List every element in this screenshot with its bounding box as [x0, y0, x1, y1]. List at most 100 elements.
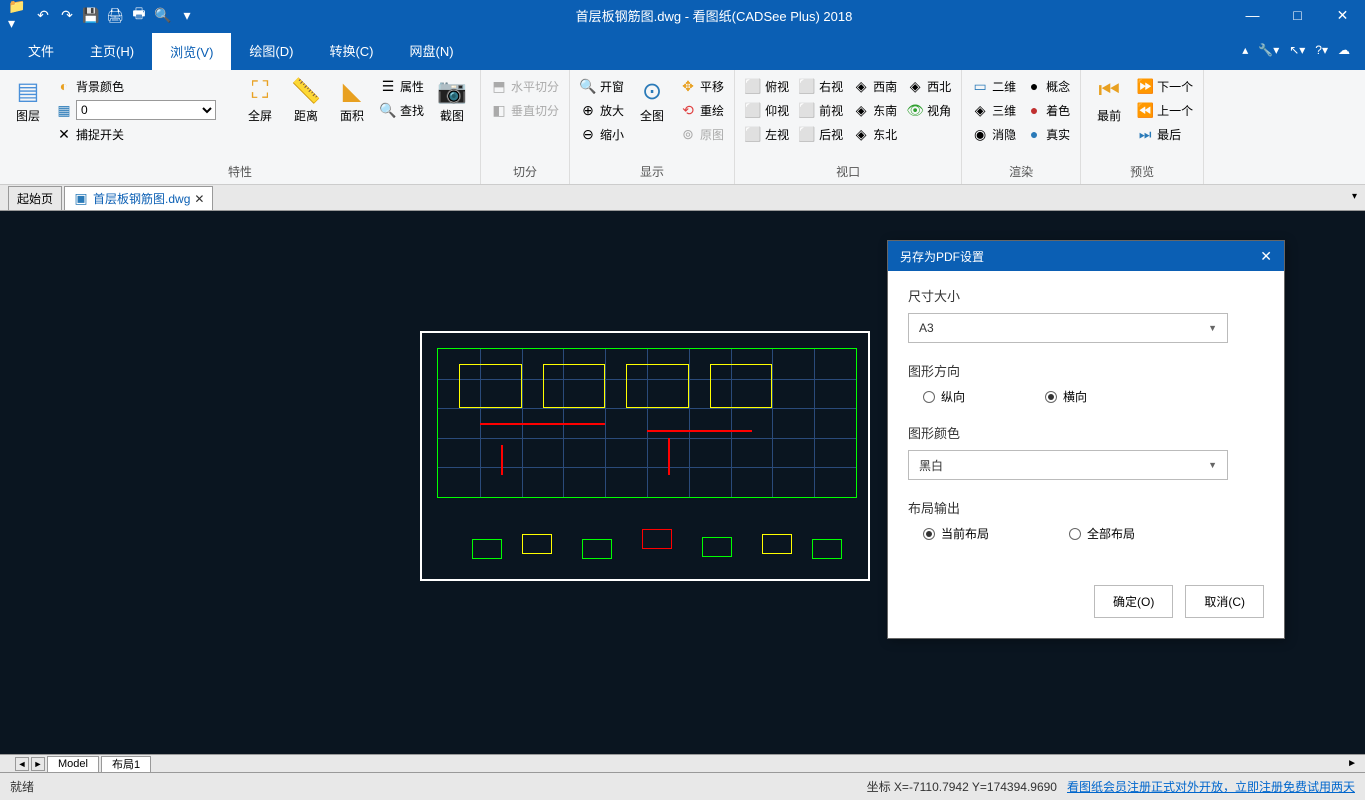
floor-plan [437, 348, 857, 498]
bottom-tabs: ◄ ► Model 布局1 ► [0, 754, 1365, 772]
menubar: 文件 主页(H) 浏览(V) 绘图(D) 转换(C) 网盘(N) ▴ 🔧▾ ↖▾… [0, 30, 1365, 70]
bgcolor-icon: ◐ [56, 78, 72, 94]
hsplit-button[interactable]: ⬒水平切分 [489, 75, 561, 97]
info-icon[interactable]: ☁ [1338, 43, 1350, 57]
next-button[interactable]: ⏩下一个 [1135, 75, 1195, 97]
sphere-icon: ● [1026, 126, 1042, 142]
snap-icon: ✕ [56, 126, 72, 142]
layers-button[interactable]: ▤ 图层 [8, 75, 48, 124]
pointer-icon[interactable]: ↖▾ [1289, 43, 1305, 57]
ribbon-group-split: ⬒水平切分 ◧垂直切分 切分 [481, 70, 570, 184]
radio-current-layout[interactable]: 当前布局 [923, 525, 989, 542]
color-select[interactable]: 黑白▼ [908, 450, 1228, 480]
layer-dropdown[interactable]: 0 [76, 100, 216, 120]
tab-close-button[interactable]: ✕ [194, 192, 204, 206]
ne-button[interactable]: ◈东北 [851, 123, 899, 145]
menu-draw[interactable]: 绘图(D) [231, 30, 311, 70]
bgcolor-button[interactable]: ◐背景颜色 [54, 75, 218, 97]
tab-file[interactable]: ▣ 首层板钢筋图.dwg ✕ [64, 186, 213, 210]
chevron-down-icon: ▼ [1208, 460, 1217, 470]
menu-home[interactable]: 主页(H) [72, 30, 152, 70]
concept-button[interactable]: ●概念 [1024, 75, 1072, 97]
last-button[interactable]: ⏭最后 [1135, 123, 1195, 145]
find-button[interactable]: 🔍查找 [378, 99, 426, 121]
batch-print-icon[interactable]: 🖶 [128, 4, 150, 26]
pan-button[interactable]: ✥平移 [678, 75, 726, 97]
nw-button[interactable]: ◈西北 [905, 75, 953, 97]
radio-landscape[interactable]: 横向 [1045, 388, 1087, 405]
window-zoom-button[interactable]: 🔍开窗 [578, 75, 626, 97]
layers-icon: ▤ [12, 75, 44, 107]
tools-icon[interactable]: 🔧▾ [1258, 43, 1279, 57]
undo-icon[interactable]: ↶ [32, 4, 54, 26]
qat-more-icon[interactable]: ▾ [176, 4, 198, 26]
tab-layout1[interactable]: 布局1 [101, 756, 151, 772]
zoomout-icon: ⊖ [580, 126, 596, 142]
menu-cloud[interactable]: 网盘(N) [392, 30, 472, 70]
se-button[interactable]: ◈东南 [851, 99, 899, 121]
real-button[interactable]: ●真实 [1024, 123, 1072, 145]
ok-button[interactable]: 确定(O) [1094, 585, 1173, 618]
dialog-titlebar[interactable]: 另存为PDF设置 ✕ [888, 241, 1284, 271]
screenshot-button[interactable]: 📷截图 [432, 75, 472, 124]
distance-button[interactable]: 📏距离 [286, 75, 326, 124]
radio-icon [923, 391, 935, 403]
zoomin-button[interactable]: ⊕放大 [578, 99, 626, 121]
status-ready: 就绪 [10, 778, 34, 795]
scroll-right-button[interactable]: ► [31, 757, 45, 771]
sw-button[interactable]: ◈西南 [851, 75, 899, 97]
zoomfull-button[interactable]: ⊙全图 [632, 75, 672, 124]
hide-button[interactable]: ◉消隐 [970, 123, 1018, 145]
attr-button[interactable]: ☰属性 [378, 75, 426, 97]
shade-button[interactable]: ●着色 [1024, 99, 1072, 121]
scroll-right-icon[interactable]: ► [1347, 758, 1357, 769]
3d-icon: ◈ [972, 102, 988, 118]
status-register-link[interactable]: 看图纸会员注册正式对外开放，立即注册免费试用两天 [1067, 778, 1355, 795]
backview-button[interactable]: ⬜后视 [797, 123, 845, 145]
maximize-button[interactable]: □ [1275, 0, 1320, 30]
help-icon[interactable]: ?▾ [1315, 43, 1328, 57]
bottomview-button[interactable]: ⬜仰视 [743, 99, 791, 121]
collapse-ribbon-icon[interactable]: ▴ [1242, 43, 1248, 57]
scroll-left-button[interactable]: ◄ [15, 757, 29, 771]
redraw-button[interactable]: ⟲重绘 [678, 99, 726, 121]
layer-box-icon: ▦ [56, 102, 72, 118]
vsplit-button[interactable]: ◧垂直切分 [489, 99, 561, 121]
hide-icon: ◉ [972, 126, 988, 142]
preview-icon[interactable]: 🔍 [152, 4, 174, 26]
prev-button[interactable]: ⏪上一个 [1135, 99, 1195, 121]
minimize-button[interactable]: — [1230, 0, 1275, 30]
cube-icon: ⬜ [799, 102, 815, 118]
frontview-button[interactable]: ⬜前视 [797, 99, 845, 121]
close-button[interactable]: ✕ [1320, 0, 1365, 30]
menu-browse[interactable]: 浏览(V) [152, 30, 231, 70]
tab-model[interactable]: Model [47, 756, 99, 772]
3d-button[interactable]: ◈三维 [970, 99, 1018, 121]
first-button[interactable]: ⏮最前 [1089, 75, 1129, 124]
2d-button[interactable]: ▭二维 [970, 75, 1018, 97]
cancel-button[interactable]: 取消(C) [1185, 585, 1264, 618]
zoomout-button[interactable]: ⊖缩小 [578, 123, 626, 145]
topview-button[interactable]: ⬜俯视 [743, 75, 791, 97]
orig-button[interactable]: ⊚原图 [678, 123, 726, 145]
radio-all-layouts[interactable]: 全部布局 [1069, 525, 1135, 542]
orient-label: 图形方向 [908, 361, 1264, 380]
size-select[interactable]: A3▼ [908, 313, 1228, 343]
menu-file[interactable]: 文件 [10, 30, 72, 70]
redo-icon[interactable]: ↷ [56, 4, 78, 26]
rightview-button[interactable]: ⬜右视 [797, 75, 845, 97]
area-button[interactable]: ◣面积 [332, 75, 372, 124]
snap-button[interactable]: ✕捕捉开关 [54, 123, 218, 145]
viewangle-button[interactable]: 👁视角 [905, 99, 953, 121]
open-icon[interactable]: 📁▾ [8, 4, 30, 26]
layer-select[interactable]: ▦0 [54, 99, 218, 121]
fullscreen-button[interactable]: ⛶全屏 [240, 75, 280, 124]
tabs-menu-icon[interactable]: ▾ [1352, 191, 1357, 202]
dialog-close-button[interactable]: ✕ [1260, 248, 1272, 265]
menu-convert[interactable]: 转换(C) [311, 30, 391, 70]
print-icon[interactable]: 🖨 [104, 4, 126, 26]
radio-portrait[interactable]: 纵向 [923, 388, 965, 405]
save-icon[interactable]: 💾 [80, 4, 102, 26]
leftview-button[interactable]: ⬜左视 [743, 123, 791, 145]
tab-start[interactable]: 起始页 [8, 186, 62, 210]
